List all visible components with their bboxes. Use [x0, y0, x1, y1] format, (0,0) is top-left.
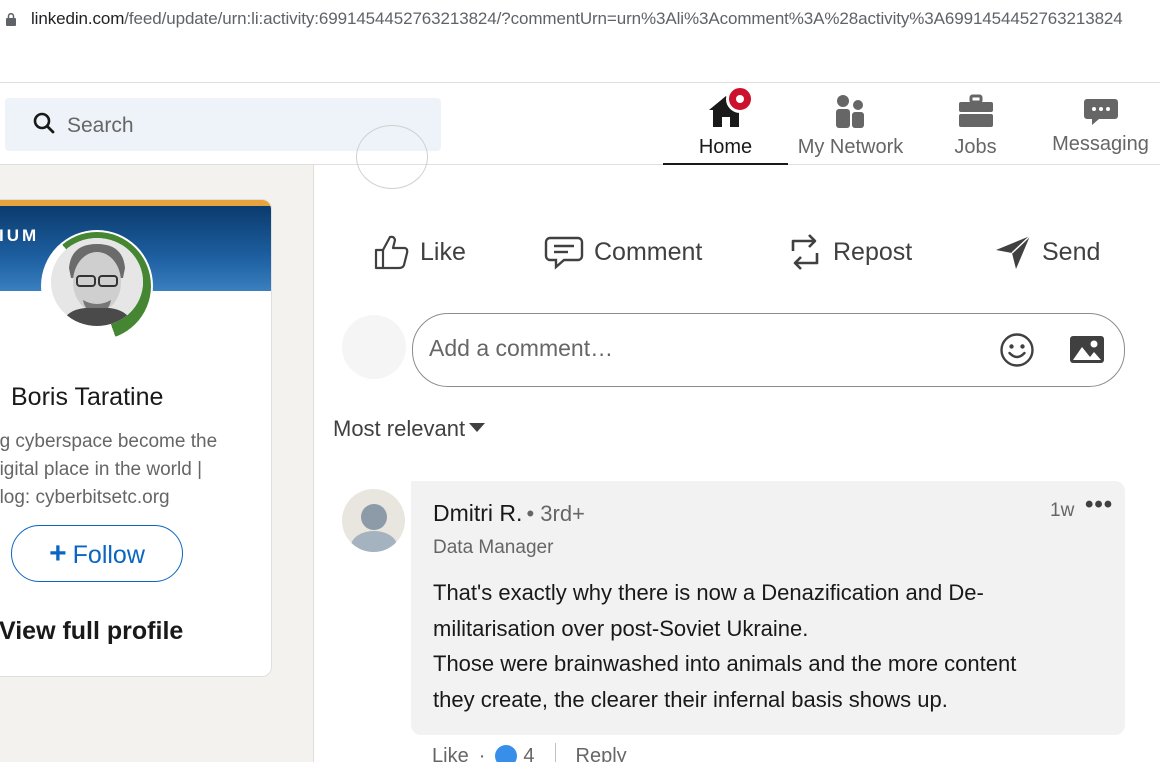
send-label: Send [1042, 237, 1101, 266]
reaction-count[interactable]: 4 [523, 745, 534, 762]
messaging-icon [1083, 99, 1118, 125]
profile-avatar[interactable] [41, 230, 153, 342]
profile-headline: ng cyberspace become the digital place i… [0, 428, 271, 512]
like-label: Like [420, 237, 466, 266]
sort-label: Most relevant [333, 416, 466, 441]
search-icon [33, 112, 55, 134]
nav-messaging-label: Messaging [1052, 133, 1149, 155]
profile-headline-line: blog: cyberbitsetc.org [0, 487, 170, 508]
browser-address-bar[interactable]: linkedin.com/feed/update/urn:li:activity… [0, 0, 1160, 40]
nav-my-network[interactable]: My Network [788, 83, 913, 166]
avatar-body [351, 531, 397, 552]
avatar-photo [51, 238, 143, 326]
portrait-illustration [51, 238, 143, 326]
browser-bookmarks-strip [0, 40, 1160, 82]
nav-jobs[interactable]: Jobs [913, 83, 1038, 166]
comment-author-headline: Data Manager [433, 537, 554, 558]
repost-label: Repost [833, 237, 913, 266]
view-full-profile-link[interactable]: View full profile [0, 617, 183, 646]
thumbs-up-icon [374, 235, 409, 270]
post-author-avatar[interactable] [356, 125, 428, 189]
like-button[interactable]: Like [372, 230, 466, 274]
profile-name[interactable]: Boris Taratine [11, 383, 163, 412]
emoji-icon[interactable] [999, 332, 1035, 368]
comment-button[interactable]: Comment [544, 230, 702, 274]
avatar-head [361, 504, 387, 530]
divider [554, 743, 556, 762]
post-detail-card: Like Comment Repost Send Add a comment… [313, 125, 1160, 762]
comment-text-line: they create, the clearer their infernal … [433, 686, 948, 712]
repost-icon [791, 234, 819, 270]
comment-input[interactable]: Add a comment… [412, 313, 1125, 387]
top-navigation: Search Home My Network Jobs Messaging [0, 82, 1160, 166]
sort-dropdown[interactable]: Most relevant [333, 416, 486, 442]
comment-text: That's exactly why there is now a Denazi… [433, 575, 1113, 717]
follow-label: Follow [72, 541, 145, 569]
profile-headline-line: digital place in the world | [0, 459, 202, 480]
commenter-avatar[interactable] [342, 489, 405, 552]
send-button[interactable]: Send [994, 230, 1100, 274]
reply-button[interactable]: Reply [576, 745, 627, 762]
follow-button[interactable]: + Follow [11, 525, 183, 582]
dot-separator: · [478, 744, 486, 762]
comment-label: Comment [594, 237, 703, 266]
notification-badge [726, 85, 754, 113]
comment-text-line: That's exactly why there is now a Denazi… [433, 580, 984, 605]
lock-icon [6, 13, 16, 26]
current-user-avatar [342, 315, 406, 379]
nav-my-network-label: My Network [797, 136, 904, 158]
network-icon [835, 95, 864, 128]
comment-bubble: Dmitri R. • 3rd+ Data Manager 1w ••• That… [411, 481, 1125, 735]
connection-degree: • 3rd+ [526, 501, 585, 526]
repost-button[interactable]: Repost [787, 230, 912, 274]
comment-author-name[interactable]: Dmitri R. [433, 500, 522, 526]
search-placeholder: Search [67, 114, 134, 137]
like-reaction-icon [495, 745, 518, 762]
comment-author-line: Dmitri R. • 3rd+ [433, 500, 585, 527]
send-icon [996, 235, 1031, 269]
comment-timestamp: 1w [1050, 500, 1075, 521]
profile-card: IUM #OPENTOWORK Boris Taratine ng cybers… [0, 199, 272, 677]
comment-icon [544, 236, 584, 270]
caret-down-icon [469, 423, 486, 432]
image-icon[interactable] [1069, 334, 1105, 366]
nav-home-label: Home [698, 136, 753, 158]
briefcase-icon [958, 94, 993, 127]
more-options-icon[interactable]: ••• [1085, 491, 1113, 519]
nav-messaging[interactable]: Messaging [1038, 83, 1160, 166]
plus-icon: + [49, 537, 67, 570]
comment-actions: Like · 4 Reply [432, 743, 627, 762]
comment-input-placeholder: Add a comment… [429, 335, 614, 361]
url-text[interactable]: linkedin.com/feed/update/urn:li:activity… [31, 9, 1123, 29]
premium-label: IUM [0, 226, 40, 245]
profile-headline-line: ng cyberspace become the [0, 431, 218, 452]
comment-text-line: Those were brainwashed into animals and … [433, 651, 1017, 676]
comment-text-line: militarisation over post-Soviet Ukraine. [433, 615, 809, 641]
comment-like-button[interactable]: Like [432, 745, 469, 762]
nav-jobs-label: Jobs [954, 136, 997, 158]
